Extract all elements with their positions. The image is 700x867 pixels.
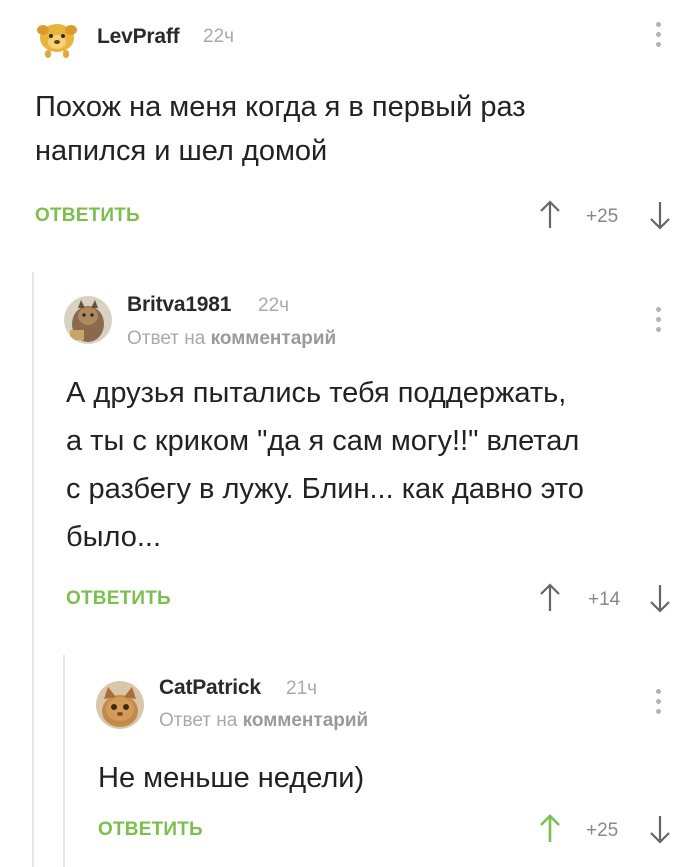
comment-author[interactable]: Britva1981 <box>127 293 231 317</box>
reply-to-link[interactable]: комментарий <box>243 710 369 731</box>
comment-text-line: А друзья пытались тебя поддержать, <box>66 377 567 409</box>
reply-to-info: Ответ на комментарий <box>159 710 368 732</box>
cat-photo-avatar[interactable] <box>64 296 112 344</box>
reply-to-info: Ответ на комментарий <box>127 328 336 350</box>
upvote-arrow-icon[interactable] <box>538 199 562 234</box>
upvote-arrow-icon[interactable] <box>538 813 562 848</box>
vote-score: +14 <box>588 589 621 610</box>
comment-text-line: а ты с криком "да я сам могу!!" влетал <box>66 425 580 457</box>
comment-time: 21ч <box>286 678 318 699</box>
reply-to-prefix: Ответ на <box>159 710 238 731</box>
reply-button[interactable]: ОТВЕТИТЬ <box>98 819 203 841</box>
reply-to-prefix: Ответ на <box>127 328 206 349</box>
downvote-arrow-icon[interactable] <box>648 815 672 850</box>
comment-text-line: Не меньше недели) <box>98 762 365 794</box>
comment-author[interactable]: LevPraff <box>97 25 180 49</box>
comment-text-line: напился и шел домой <box>35 135 328 167</box>
reply-button[interactable]: ОТВЕТИТЬ <box>35 205 140 227</box>
lion-cub-avatar[interactable] <box>35 20 79 60</box>
reply-button[interactable]: ОТВЕТИТЬ <box>66 588 171 610</box>
comment-time: 22ч <box>258 295 290 316</box>
downvote-arrow-icon[interactable] <box>648 201 672 236</box>
comment-author[interactable]: CatPatrick <box>159 676 261 700</box>
more-options-menu[interactable] <box>653 20 663 50</box>
more-options-menu[interactable] <box>653 687 663 717</box>
thread-line-level-2[interactable] <box>63 655 65 867</box>
comment-time: 22ч <box>203 26 235 47</box>
vote-score: +25 <box>586 206 619 227</box>
upvote-arrow-icon[interactable] <box>538 582 562 617</box>
comment-text-line: было... <box>66 521 162 553</box>
reply-to-link[interactable]: комментарий <box>211 328 337 349</box>
thread-line-level-1[interactable] <box>32 272 34 867</box>
downvote-arrow-icon[interactable] <box>648 584 672 619</box>
vote-score: +25 <box>586 820 619 841</box>
more-options-menu[interactable] <box>653 305 663 335</box>
comment-text-line: Похож на меня когда я в первый раз <box>35 91 526 123</box>
comment-text-line: с разбегу в лужу. Блин... как давно это <box>66 473 584 505</box>
kitten-photo-avatar[interactable] <box>96 681 144 729</box>
